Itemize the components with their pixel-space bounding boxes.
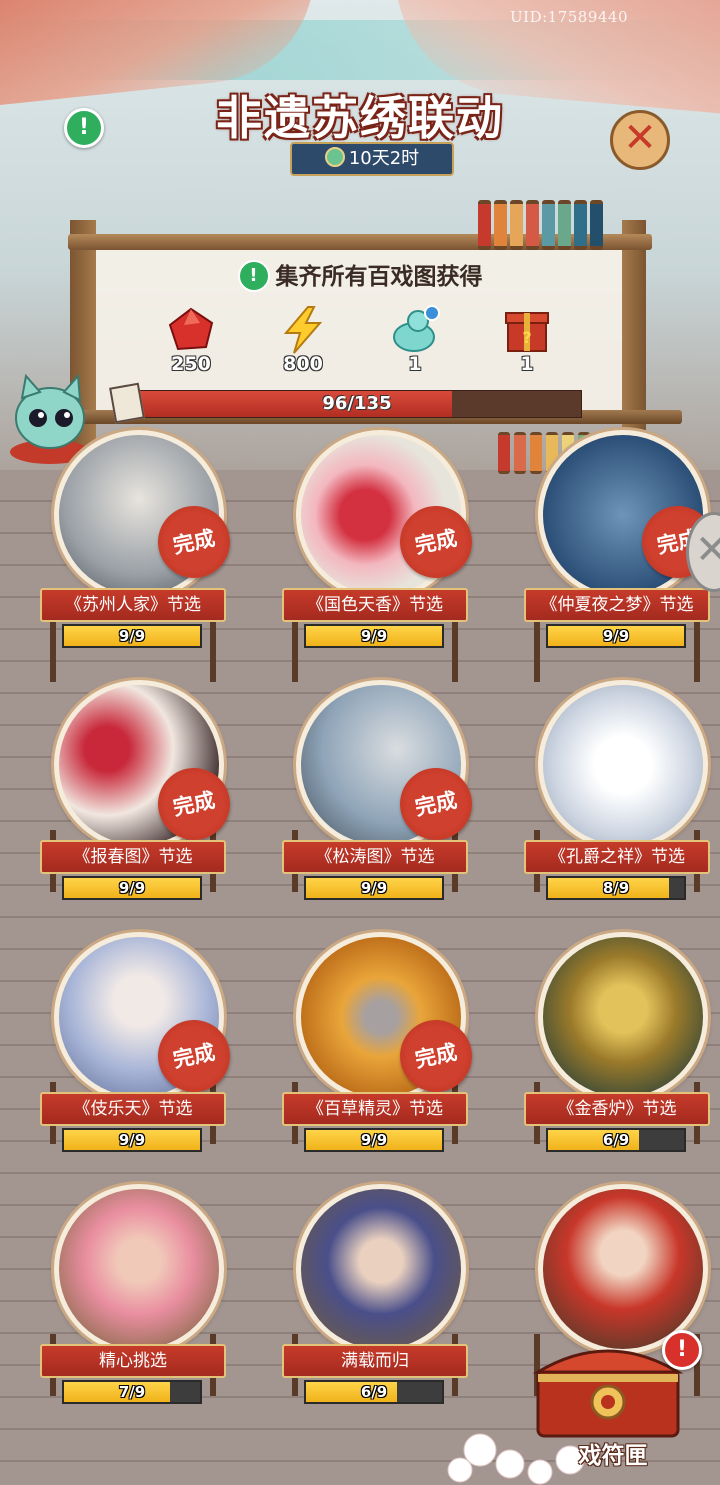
chest-label: 戏符匣 [578, 1443, 648, 1469]
thread-spools-top [478, 200, 603, 250]
painting-progress-text: 9/9 [118, 627, 146, 645]
painting-label: 《松涛图》节选 [282, 840, 468, 874]
painting-label: 《报春图》节选 [40, 840, 226, 874]
painting-card[interactable]: 完成 《国色天香》节选 9/9 [274, 430, 479, 690]
painting-progress-text: 6/9 [360, 1383, 388, 1401]
reward-item-gem[interactable]: 250 [156, 305, 226, 375]
easel-leg [50, 620, 56, 682]
event-timer: 10天2时 [290, 142, 454, 176]
painting-image [543, 937, 703, 1097]
easel-leg [694, 620, 700, 682]
painting-progress-bar: 7/9 [62, 1380, 202, 1404]
easel-leg [452, 620, 458, 682]
painting-progress-text: 9/9 [602, 627, 630, 645]
painting-label: 《金香炉》节选 [524, 1092, 710, 1126]
svg-text:?: ? [522, 328, 531, 347]
painting-label: 《苏州人家》节选 [40, 588, 226, 622]
painting-frame [296, 1184, 466, 1354]
painting-card[interactable]: 完成 《仲夏夜之梦》节选 9/9 [516, 430, 720, 690]
painting-progress-text: 9/9 [118, 879, 146, 897]
card-icon [109, 382, 145, 424]
painting-frame [538, 932, 708, 1102]
reward-item-energy[interactable]: 800 [268, 305, 338, 375]
painting-progress-text: 9/9 [360, 627, 388, 645]
painting-card[interactable]: 满载而归 6/9 [274, 1184, 474, 1404]
painting-label: 《百草精灵》节选 [282, 1092, 468, 1126]
red-gem-icon [168, 307, 214, 351]
painting-frame [54, 1184, 224, 1354]
painting-card[interactable]: 完成 《伎乐天》节选 9/9 [32, 932, 237, 1152]
painting-image [59, 1189, 219, 1349]
painting-card[interactable]: 完成 《松涛图》节选 9/9 [274, 680, 479, 900]
painting-card[interactable]: 精心挑选 7/9 [32, 1184, 232, 1404]
painting-label: 精心挑选 [40, 1344, 226, 1378]
easel-leg [210, 620, 216, 682]
painting-frame [538, 680, 708, 850]
painting-progress-bar: 6/9 [546, 1128, 686, 1152]
painting-progress-bar: 9/9 [304, 1128, 444, 1152]
painting-progress-text: 8/9 [602, 879, 630, 897]
painting-label: 《伎乐天》节选 [40, 1092, 226, 1126]
painting-progress-bar: 9/9 [546, 624, 686, 648]
painting-progress-bar: 9/9 [304, 876, 444, 900]
painting-progress-bar: 8/9 [546, 876, 686, 900]
info-icon[interactable]: ! [237, 260, 270, 292]
painting-progress-bar: 9/9 [62, 1128, 202, 1152]
painting-image [543, 1189, 703, 1349]
timer-text: 10天2时 [348, 148, 420, 169]
painting-progress-text: 9/9 [360, 879, 388, 897]
painting-label: 满载而归 [282, 1344, 468, 1378]
painting-label: 《孔爵之祥》节选 [524, 840, 710, 874]
painting-card[interactable]: 完成 《百草精灵》节选 9/9 [274, 932, 479, 1152]
jade-gourd-icon [393, 305, 440, 352]
collection-progress-bar: 96/135 [132, 390, 582, 418]
painting-frame [538, 1184, 708, 1354]
reward-item-gourd[interactable]: 1 [380, 305, 450, 375]
painting-card[interactable]: 完成 《苏州人家》节选 9/9 [32, 430, 237, 690]
painting-progress-text: 9/9 [360, 1131, 388, 1149]
chest-alert-badge: ! [662, 1330, 702, 1370]
painting-image [301, 1189, 461, 1349]
painting-progress-bar: 9/9 [304, 624, 444, 648]
painting-progress-text: 7/9 [118, 1383, 146, 1401]
user-id: UID:17589440 [510, 8, 628, 26]
reward-item-box[interactable]: ? 1 [492, 305, 562, 375]
collect-reward-heading: ! 集齐所有百戏图获得 [0, 257, 720, 292]
painting-card[interactable]: 完成 《报春图》节选 9/9 [32, 680, 237, 900]
info-alert-button[interactable]: ! [64, 108, 104, 148]
painting-label: 《国色天香》节选 [282, 588, 468, 622]
mystery-box-icon: ? [505, 312, 549, 352]
close-button[interactable]: ✕ [610, 110, 670, 170]
collection-progress-text: 96/135 [322, 393, 392, 414]
painting-progress-bar: 9/9 [62, 876, 202, 900]
loom-post-right [622, 220, 646, 460]
painting-label: 《仲夏夜之梦》节选 [524, 588, 710, 622]
painting-progress-bar: 6/9 [304, 1380, 444, 1404]
painting-image [543, 685, 703, 845]
painting-progress-text: 6/9 [602, 1131, 630, 1149]
painting-progress-text: 9/9 [118, 1131, 146, 1149]
painting-card[interactable]: 《金香炉》节选 6/9 [516, 932, 716, 1152]
painting-progress-bar: 9/9 [62, 624, 202, 648]
lightning-icon [283, 306, 323, 354]
clock-icon [324, 147, 345, 167]
painting-card[interactable]: 《孔爵之祥》节选 8/9 [516, 680, 716, 900]
collect-text: 集齐所有百戏图获得 [275, 264, 483, 290]
easel-leg [292, 620, 298, 682]
easel-leg [534, 620, 540, 682]
